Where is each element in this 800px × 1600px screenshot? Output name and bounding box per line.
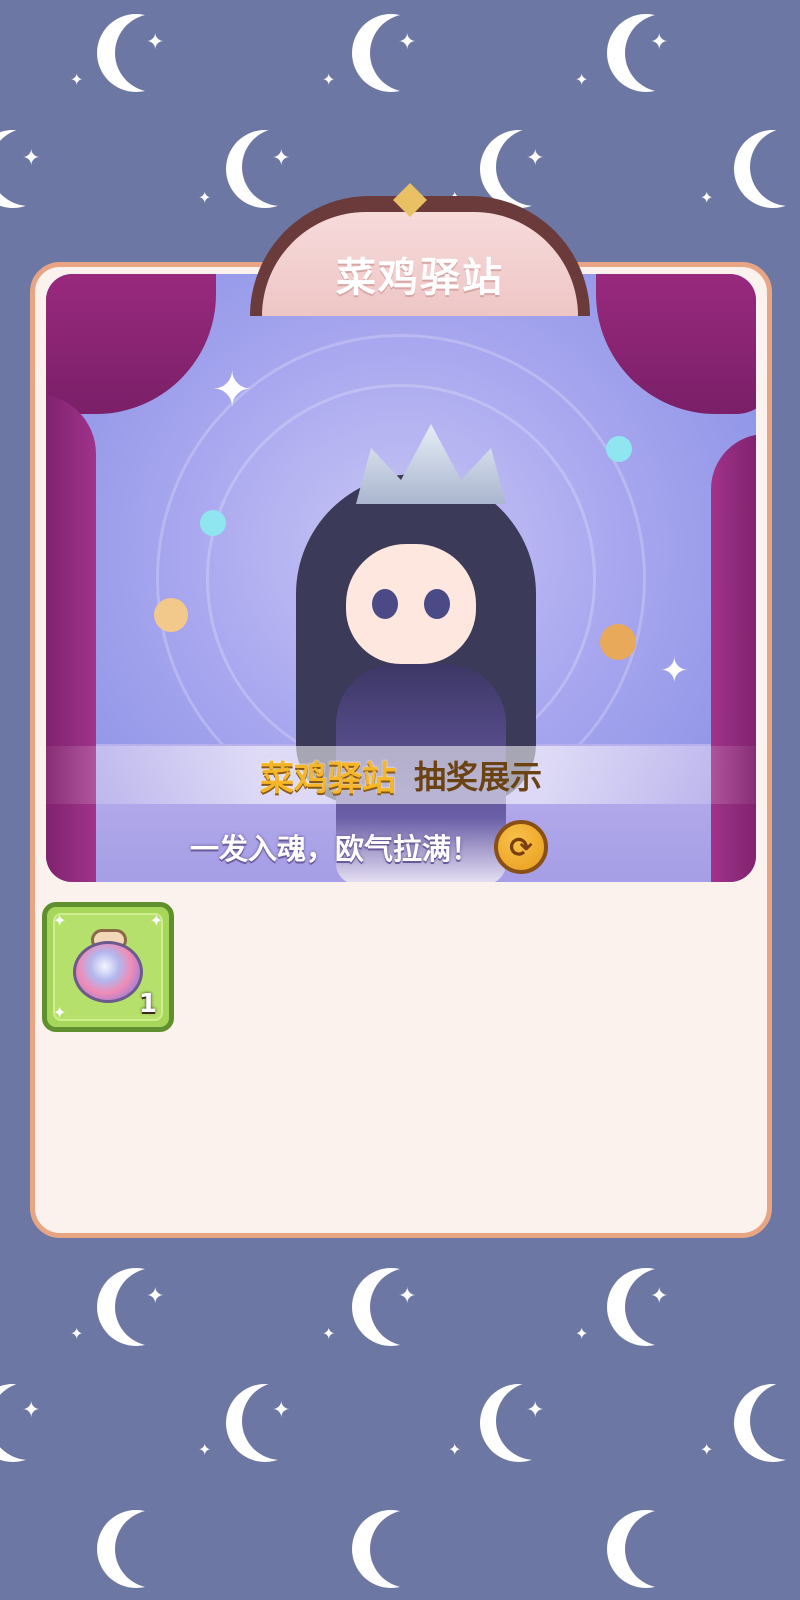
- sparkle-icon: ✦: [22, 146, 41, 171]
- character-eye: [372, 589, 398, 619]
- sparkle-icon: ✦: [575, 1324, 589, 1343]
- sparkle-icon: ✦: [526, 146, 545, 171]
- crown-icon: [356, 424, 506, 504]
- sparkle-icon: ✦: [212, 362, 253, 418]
- sparkle-icon: ✦: [22, 1398, 41, 1423]
- sparkle-icon: ✦: [650, 30, 669, 55]
- item-count: 1: [138, 989, 157, 1019]
- sparkle-icon: ✦: [322, 1324, 336, 1343]
- corner-sparkle-icon: ✦: [53, 911, 67, 930]
- character-face: [346, 544, 476, 664]
- sparkle-icon: ✦: [198, 188, 212, 207]
- sparkle-icon: ✦: [575, 70, 589, 89]
- bubble-icon: [154, 598, 188, 632]
- sparkle-icon: ✦: [146, 1284, 165, 1309]
- bubble-icon: [200, 510, 226, 536]
- corner-sparkle-icon: ✦: [149, 911, 163, 930]
- sparkle-icon: ✦: [322, 70, 336, 89]
- curtain-right-drape: [711, 434, 756, 882]
- curtain-left: [46, 274, 216, 414]
- moon-icon: [750, 128, 800, 206]
- curtain-right: [596, 274, 756, 414]
- banner-title-strip: 菜鸡驿站 抽奖展示: [46, 746, 756, 804]
- moon-icon: [625, 1510, 703, 1588]
- sparkle-icon: ✦: [700, 188, 714, 207]
- refresh-icon: ⟳: [509, 830, 533, 864]
- sparkle-icon: ✦: [272, 146, 291, 171]
- bubble-icon: [600, 624, 636, 660]
- sign-title: 菜鸡驿站: [336, 255, 504, 301]
- corner-sparkle-icon: ✦: [53, 1003, 67, 1022]
- banner-tagline: 一发入魂，欧气拉满！: [190, 832, 481, 866]
- sparkle-icon: ✦: [448, 1440, 462, 1459]
- sparkle-icon: ✦: [700, 1440, 714, 1459]
- moon-icon: [370, 1510, 448, 1588]
- refresh-button[interactable]: ⟳: [494, 820, 549, 874]
- reward-item-slot[interactable]: ✦ ✦ ✦ 1: [42, 902, 174, 1032]
- sparkle-icon: ✦: [398, 30, 417, 55]
- character-illustration: [276, 394, 576, 882]
- moon-icon: [115, 1510, 193, 1588]
- sparkle-icon: ✦: [70, 1324, 84, 1343]
- sparkle-icon: ✦: [272, 1398, 291, 1423]
- tagline-row: 一发入魂，欧气拉满！ ⟳: [190, 818, 610, 876]
- moon-icon: [750, 1382, 800, 1460]
- sparkle-icon: ✦: [650, 1284, 669, 1309]
- sparkle-icon: ✦: [526, 1398, 545, 1423]
- sparkle-icon: ✦: [660, 651, 689, 691]
- sparkle-icon: ✦: [70, 70, 84, 89]
- banner-subtitle: 抽奖展示: [413, 758, 542, 796]
- sparkle-icon: ✦: [146, 30, 165, 55]
- banner-title: 菜鸡驿站: [259, 758, 396, 799]
- sparkle-icon: ✦: [398, 1284, 417, 1309]
- bubble-icon: [606, 436, 632, 462]
- sparkle-icon: ✦: [198, 1440, 212, 1459]
- potion-jar-icon: [73, 941, 143, 1003]
- character-eye: [424, 589, 450, 619]
- curtain-left-drape: [46, 394, 96, 882]
